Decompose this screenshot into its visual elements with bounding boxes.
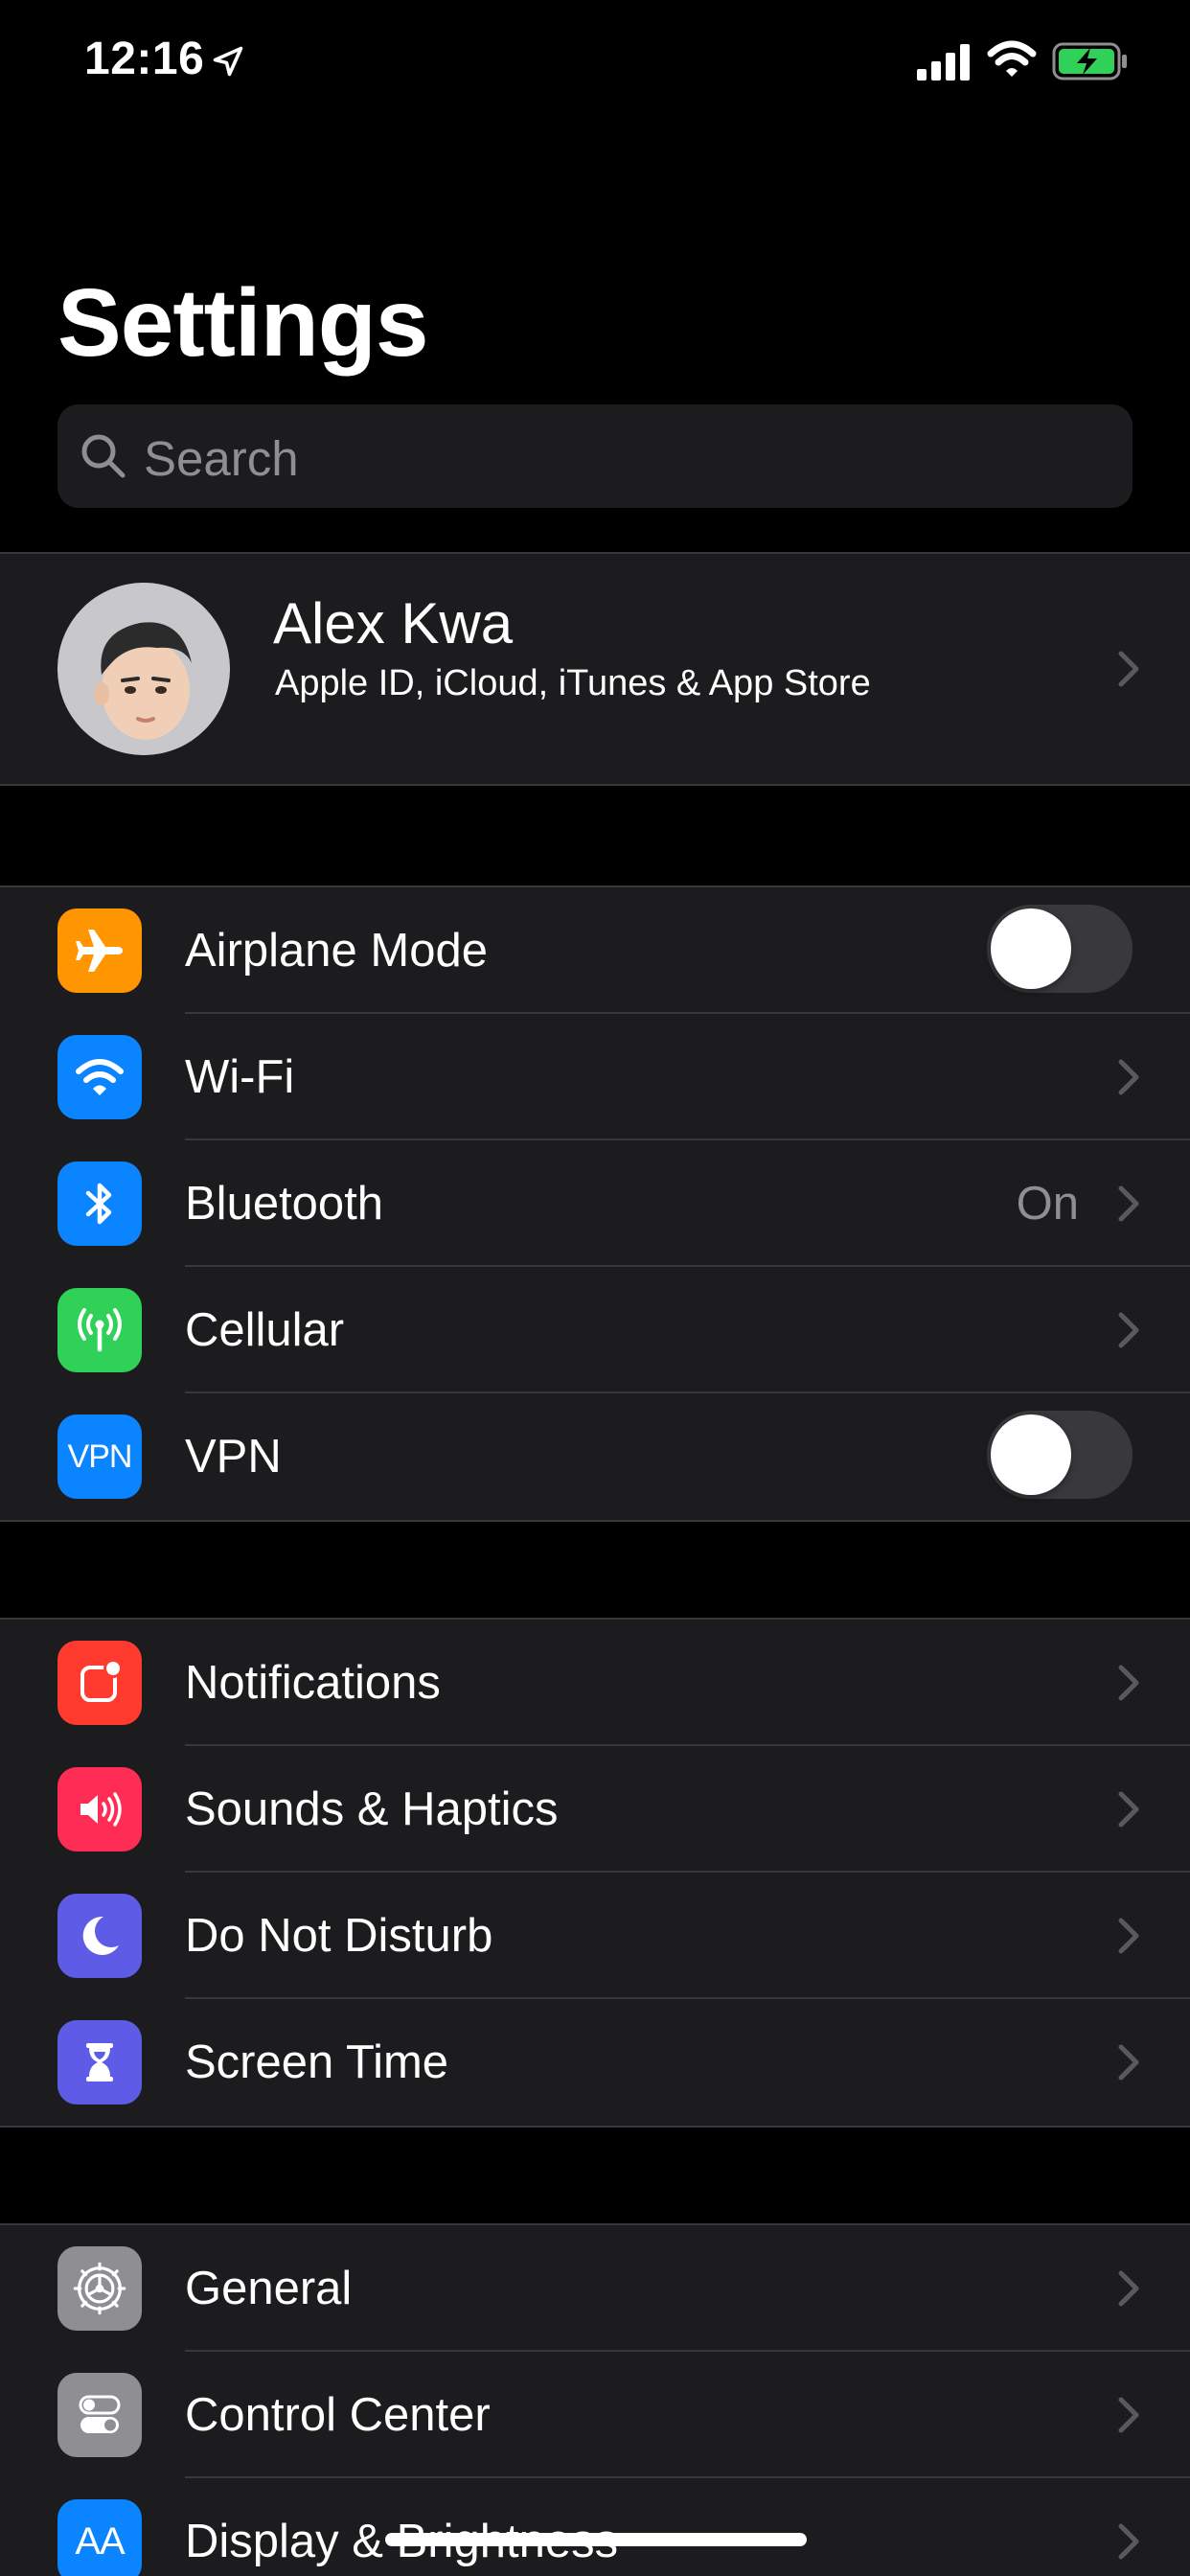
status-bar: 12:16 xyxy=(0,0,1190,126)
status-time: 12:16 xyxy=(84,34,205,84)
notifications-row[interactable]: Notifications xyxy=(0,1620,1190,1746)
profile-subtitle: Apple ID, iCloud, iTunes & App Store xyxy=(275,663,871,703)
cellular-signal-icon xyxy=(917,44,970,80)
hourglass-icon xyxy=(57,2020,142,2104)
gear-icon xyxy=(57,2246,142,2331)
chevron-right-icon xyxy=(1118,2397,1139,2433)
row-label: General xyxy=(185,2263,353,2314)
toggle-knob xyxy=(991,908,1071,989)
avatar xyxy=(57,583,230,755)
chevron-right-icon xyxy=(1118,2044,1139,2081)
chevron-right-icon xyxy=(1118,2523,1139,2560)
notifications-icon xyxy=(57,1641,142,1725)
row-label: Sounds & Haptics xyxy=(185,1783,559,1835)
airplane-mode-row: Airplane Mode xyxy=(0,887,1190,1014)
display-brightness-row[interactable]: AA Display & Brightness xyxy=(0,2478,1190,2576)
chevron-right-icon xyxy=(1118,651,1139,687)
wifi-row[interactable]: Wi-Fi xyxy=(0,1014,1190,1140)
row-label: Wi-Fi xyxy=(185,1051,295,1103)
toggle-knob xyxy=(991,1414,1071,1495)
vpn-icon: VPN xyxy=(57,1414,142,1499)
screen-time-row[interactable]: Screen Time xyxy=(0,1999,1190,2126)
page-title: Settings xyxy=(57,269,428,377)
airplane-icon xyxy=(57,908,142,993)
search-placeholder: Search xyxy=(144,431,299,486)
moon-icon xyxy=(57,1894,142,1978)
home-indicator[interactable] xyxy=(385,2533,807,2546)
speaker-icon xyxy=(57,1767,142,1852)
search-input[interactable]: Search xyxy=(57,404,1133,508)
bluetooth-status-value: On xyxy=(1016,1178,1079,1230)
wifi-status-icon xyxy=(987,40,1037,77)
bluetooth-row[interactable]: Bluetooth On xyxy=(0,1140,1190,1267)
chevron-right-icon xyxy=(1118,1185,1139,1222)
row-label: VPN xyxy=(185,1431,282,1483)
row-label: Do Not Disturb xyxy=(185,1910,493,1962)
row-label: Cellular xyxy=(185,1304,345,1356)
general-row[interactable]: General xyxy=(0,2225,1190,2352)
profile-group: Alex Kwa Apple ID, iCloud, iTunes & App … xyxy=(0,552,1190,786)
connectivity-group: Airplane Mode Wi-Fi Bluetooth On Cellula… xyxy=(0,886,1190,1522)
chevron-right-icon xyxy=(1118,1312,1139,1348)
chevron-right-icon xyxy=(1118,1791,1139,1828)
row-label: Notifications xyxy=(185,1657,441,1709)
vpn-icon-text: VPN xyxy=(67,1438,133,1475)
airplane-mode-toggle[interactable] xyxy=(987,905,1133,993)
bluetooth-icon xyxy=(57,1162,142,1246)
chevron-right-icon xyxy=(1118,1059,1139,1095)
chevron-right-icon xyxy=(1118,1918,1139,1954)
battery-charging-icon xyxy=(1052,42,1127,80)
display-icon-text: AA xyxy=(75,2519,125,2563)
row-label: Control Center xyxy=(185,2389,491,2441)
wifi-icon xyxy=(57,1035,142,1119)
row-label: Bluetooth xyxy=(185,1178,384,1230)
vpn-toggle[interactable] xyxy=(987,1411,1133,1499)
general-group: General Control Center AA Display & Brig… xyxy=(0,2223,1190,2576)
cellular-row[interactable]: Cellular xyxy=(0,1267,1190,1393)
row-label: Screen Time xyxy=(185,2036,449,2088)
apple-id-row[interactable]: Alex Kwa Apple ID, iCloud, iTunes & App … xyxy=(0,554,1190,784)
control-center-row[interactable]: Control Center xyxy=(0,2352,1190,2478)
cellular-icon xyxy=(57,1288,142,1372)
sounds-haptics-row[interactable]: Sounds & Haptics xyxy=(0,1746,1190,1873)
location-arrow-icon xyxy=(213,46,243,77)
vpn-row: VPN VPN xyxy=(0,1393,1190,1520)
chevron-right-icon xyxy=(1118,2270,1139,2307)
notifications-group: Notifications Sounds & Haptics Do Not Di… xyxy=(0,1618,1190,2128)
settings-screen: 12:16 Settings Search Alex Kwa Apple ID,… xyxy=(0,0,1190,2576)
row-label: Airplane Mode xyxy=(185,925,488,977)
control-center-icon xyxy=(57,2373,142,2457)
chevron-right-icon xyxy=(1118,1665,1139,1701)
do-not-disturb-row[interactable]: Do Not Disturb xyxy=(0,1873,1190,1999)
search-icon xyxy=(81,434,126,478)
profile-name: Alex Kwa xyxy=(273,591,514,656)
display-icon: AA xyxy=(57,2499,142,2576)
